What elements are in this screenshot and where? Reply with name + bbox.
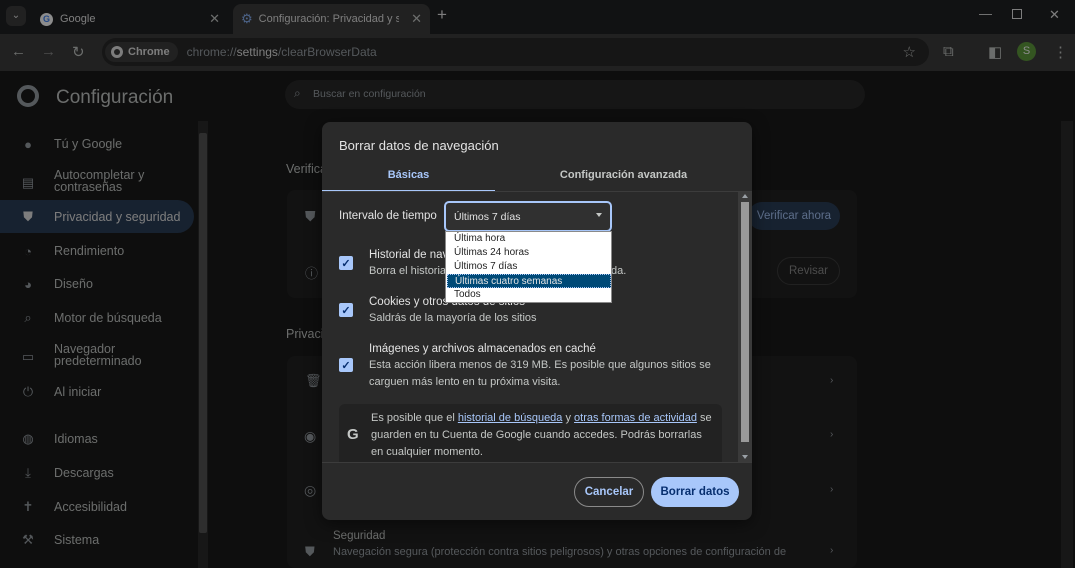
clear-browsing-data-dialog: Borrar datos de navegación Básicas Confi… bbox=[322, 122, 752, 520]
tab-label: Básicas bbox=[387, 169, 430, 181]
checkbox-cache[interactable]: ✓ bbox=[339, 358, 353, 372]
other-activity-link[interactable]: otras formas de actividad bbox=[574, 412, 697, 424]
scroll-up-icon[interactable] bbox=[742, 194, 748, 198]
google-info-box: G Es posible que el historial de búsqued… bbox=[339, 404, 722, 462]
dropdown-option[interactable]: Últimos 7 días bbox=[447, 260, 611, 274]
cancel-button[interactable]: Cancelar bbox=[574, 477, 644, 507]
tab-label: Configuración avanzada bbox=[559, 169, 688, 181]
dropdown-option[interactable]: Última hora bbox=[447, 232, 611, 246]
select-value: Últimos 7 días bbox=[454, 211, 521, 223]
clear-data-button[interactable]: Borrar datos bbox=[651, 477, 739, 507]
dropdown-arrow-icon bbox=[596, 213, 602, 217]
option-desc: Saldrás de la mayoría de los sitios bbox=[369, 312, 537, 324]
interval-select[interactable]: Últimos 7 días bbox=[444, 201, 612, 232]
info-text-part: y bbox=[562, 412, 575, 424]
info-text: Es posible que el historial de búsqueda … bbox=[371, 410, 716, 461]
option-desc-tail: da. bbox=[611, 265, 627, 277]
option-title: Historial de nave bbox=[369, 249, 455, 261]
footer-divider bbox=[322, 462, 752, 463]
google-g-icon: G bbox=[347, 426, 359, 443]
option-title: Imágenes y archivos almacenados en caché bbox=[369, 343, 596, 355]
interval-label: Intervalo de tiempo bbox=[339, 210, 437, 222]
dialog-title: Borrar datos de navegación bbox=[339, 138, 499, 153]
search-history-link[interactable]: historial de búsqueda bbox=[458, 412, 563, 424]
scrollbar-thumb[interactable] bbox=[741, 202, 749, 442]
tab-configuracion-avanzada[interactable]: Configuración avanzada bbox=[495, 160, 752, 192]
scroll-down-icon[interactable] bbox=[742, 455, 748, 459]
tab-basicas[interactable]: Básicas bbox=[322, 160, 495, 192]
option-desc: Borra el historial bbox=[369, 265, 449, 277]
dialog-scrollbar[interactable] bbox=[738, 192, 752, 462]
checkbox-historial[interactable]: ✓ bbox=[339, 256, 353, 270]
interval-dropdown-list: Última hora Últimas 24 horas Últimos 7 d… bbox=[445, 231, 612, 303]
option-desc: Esta acción libera menos de 319 MB. Es p… bbox=[369, 359, 711, 388]
checkbox-cookies[interactable]: ✓ bbox=[339, 303, 353, 317]
dropdown-option[interactable]: Todos bbox=[447, 288, 611, 302]
dropdown-option[interactable]: Últimas 24 horas bbox=[447, 246, 611, 260]
info-text-part: Es posible que el bbox=[371, 412, 458, 424]
dropdown-option-highlighted[interactable]: Últimas cuatro semanas bbox=[447, 274, 611, 288]
